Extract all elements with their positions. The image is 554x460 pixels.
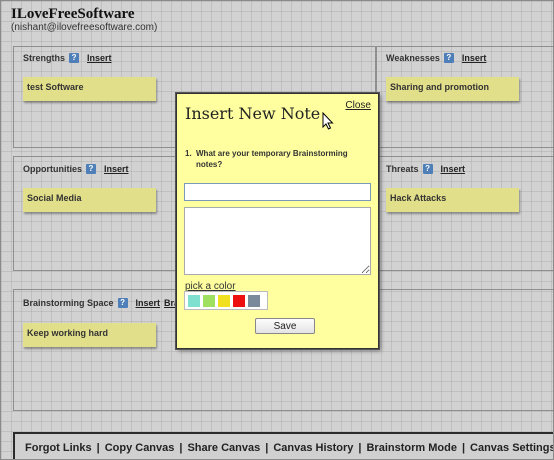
color-swatch-yellow[interactable] <box>218 294 230 307</box>
threats-header: Threats ? Insert <box>386 164 465 174</box>
color-swatch-teal[interactable] <box>188 294 200 307</box>
brainstorming-insert-link[interactable]: Insert <box>136 298 161 308</box>
help-icon[interactable]: ? <box>69 53 80 63</box>
share-canvas-link[interactable]: Share Canvas <box>187 442 260 454</box>
app-title: ILoveFreeSoftware <box>11 6 135 22</box>
threats-insert-link[interactable]: Insert <box>441 164 466 174</box>
opportunities-label: Opportunities <box>23 164 82 174</box>
color-swatch-gray[interactable] <box>248 294 260 307</box>
copy-canvas-link[interactable]: Copy Canvas <box>105 442 175 454</box>
strengths-note[interactable]: test Software <box>23 77 156 101</box>
opportunities-header: Opportunities ? Insert <box>23 164 129 174</box>
color-swatches <box>184 291 268 310</box>
brainstorming-label: Brainstorming Space <box>23 298 114 308</box>
help-icon[interactable]: ? <box>117 298 128 308</box>
save-button[interactable]: Save <box>255 318 315 334</box>
opportunities-insert-link[interactable]: Insert <box>104 164 129 174</box>
canvas-frame: ILoveFreeSoftware (nishant@ilovefreesoft… <box>0 0 554 460</box>
brainstorm-mode-link[interactable]: Brainstorm Mode <box>366 442 456 454</box>
question: 1. What are your temporary Brainstorming… <box>185 148 370 170</box>
help-icon[interactable]: ? <box>86 164 96 174</box>
weaknesses-note[interactable]: Sharing and promotion <box>386 77 519 101</box>
help-icon[interactable]: ? <box>443 53 454 63</box>
note-title-input[interactable] <box>184 183 371 201</box>
separator: | <box>265 442 269 454</box>
separator: | <box>461 442 466 454</box>
weaknesses-insert-link[interactable]: Insert <box>462 53 487 63</box>
footer-toolbar: Forgot Links | Copy Canvas | Share Canvas | Ca… <box>13 432 553 459</box>
brainstorming-note[interactable]: Keep working hard <box>23 323 156 347</box>
insert-note-dialog: Insert New Note Close 1. What are your t… <box>176 93 379 349</box>
threats-label: Threats <box>386 164 419 174</box>
help-icon[interactable]: ? <box>422 164 433 174</box>
weaknesses-label: Weaknesses <box>386 53 440 63</box>
color-swatch-green[interactable] <box>203 294 215 307</box>
note-body-textarea[interactable] <box>184 207 371 275</box>
close-link[interactable]: Close <box>345 100 371 111</box>
dialog-title: Insert New Note <box>185 104 321 123</box>
color-swatch-red[interactable] <box>233 294 245 307</box>
opportunities-note[interactable]: Social Media <box>23 188 156 212</box>
forgot-links-link[interactable]: Forgot Links <box>25 442 92 454</box>
user-email: (nishant@ilovefreesoftware.com) <box>11 22 158 33</box>
strengths-header: Strengths ? Insert <box>23 53 112 63</box>
question-number: 1. <box>185 149 192 158</box>
separator: | <box>358 442 362 454</box>
canvas-settings-link[interactable]: Canvas Settings <box>470 442 553 454</box>
brainstorming-header: Brainstorming Space ? Insert Brain <box>23 298 187 308</box>
weaknesses-header: Weaknesses ? Insert <box>386 53 486 63</box>
strengths-insert-link[interactable]: Insert <box>87 53 112 63</box>
canvas-history-link[interactable]: Canvas History <box>273 442 353 454</box>
separator: | <box>179 442 183 454</box>
separator: | <box>96 442 100 454</box>
threats-note[interactable]: Hack Attacks <box>386 188 519 212</box>
question-text: What are your temporary Brainstorming no… <box>196 149 348 169</box>
strengths-label: Strengths <box>23 53 66 63</box>
mouse-cursor-icon <box>322 112 334 130</box>
